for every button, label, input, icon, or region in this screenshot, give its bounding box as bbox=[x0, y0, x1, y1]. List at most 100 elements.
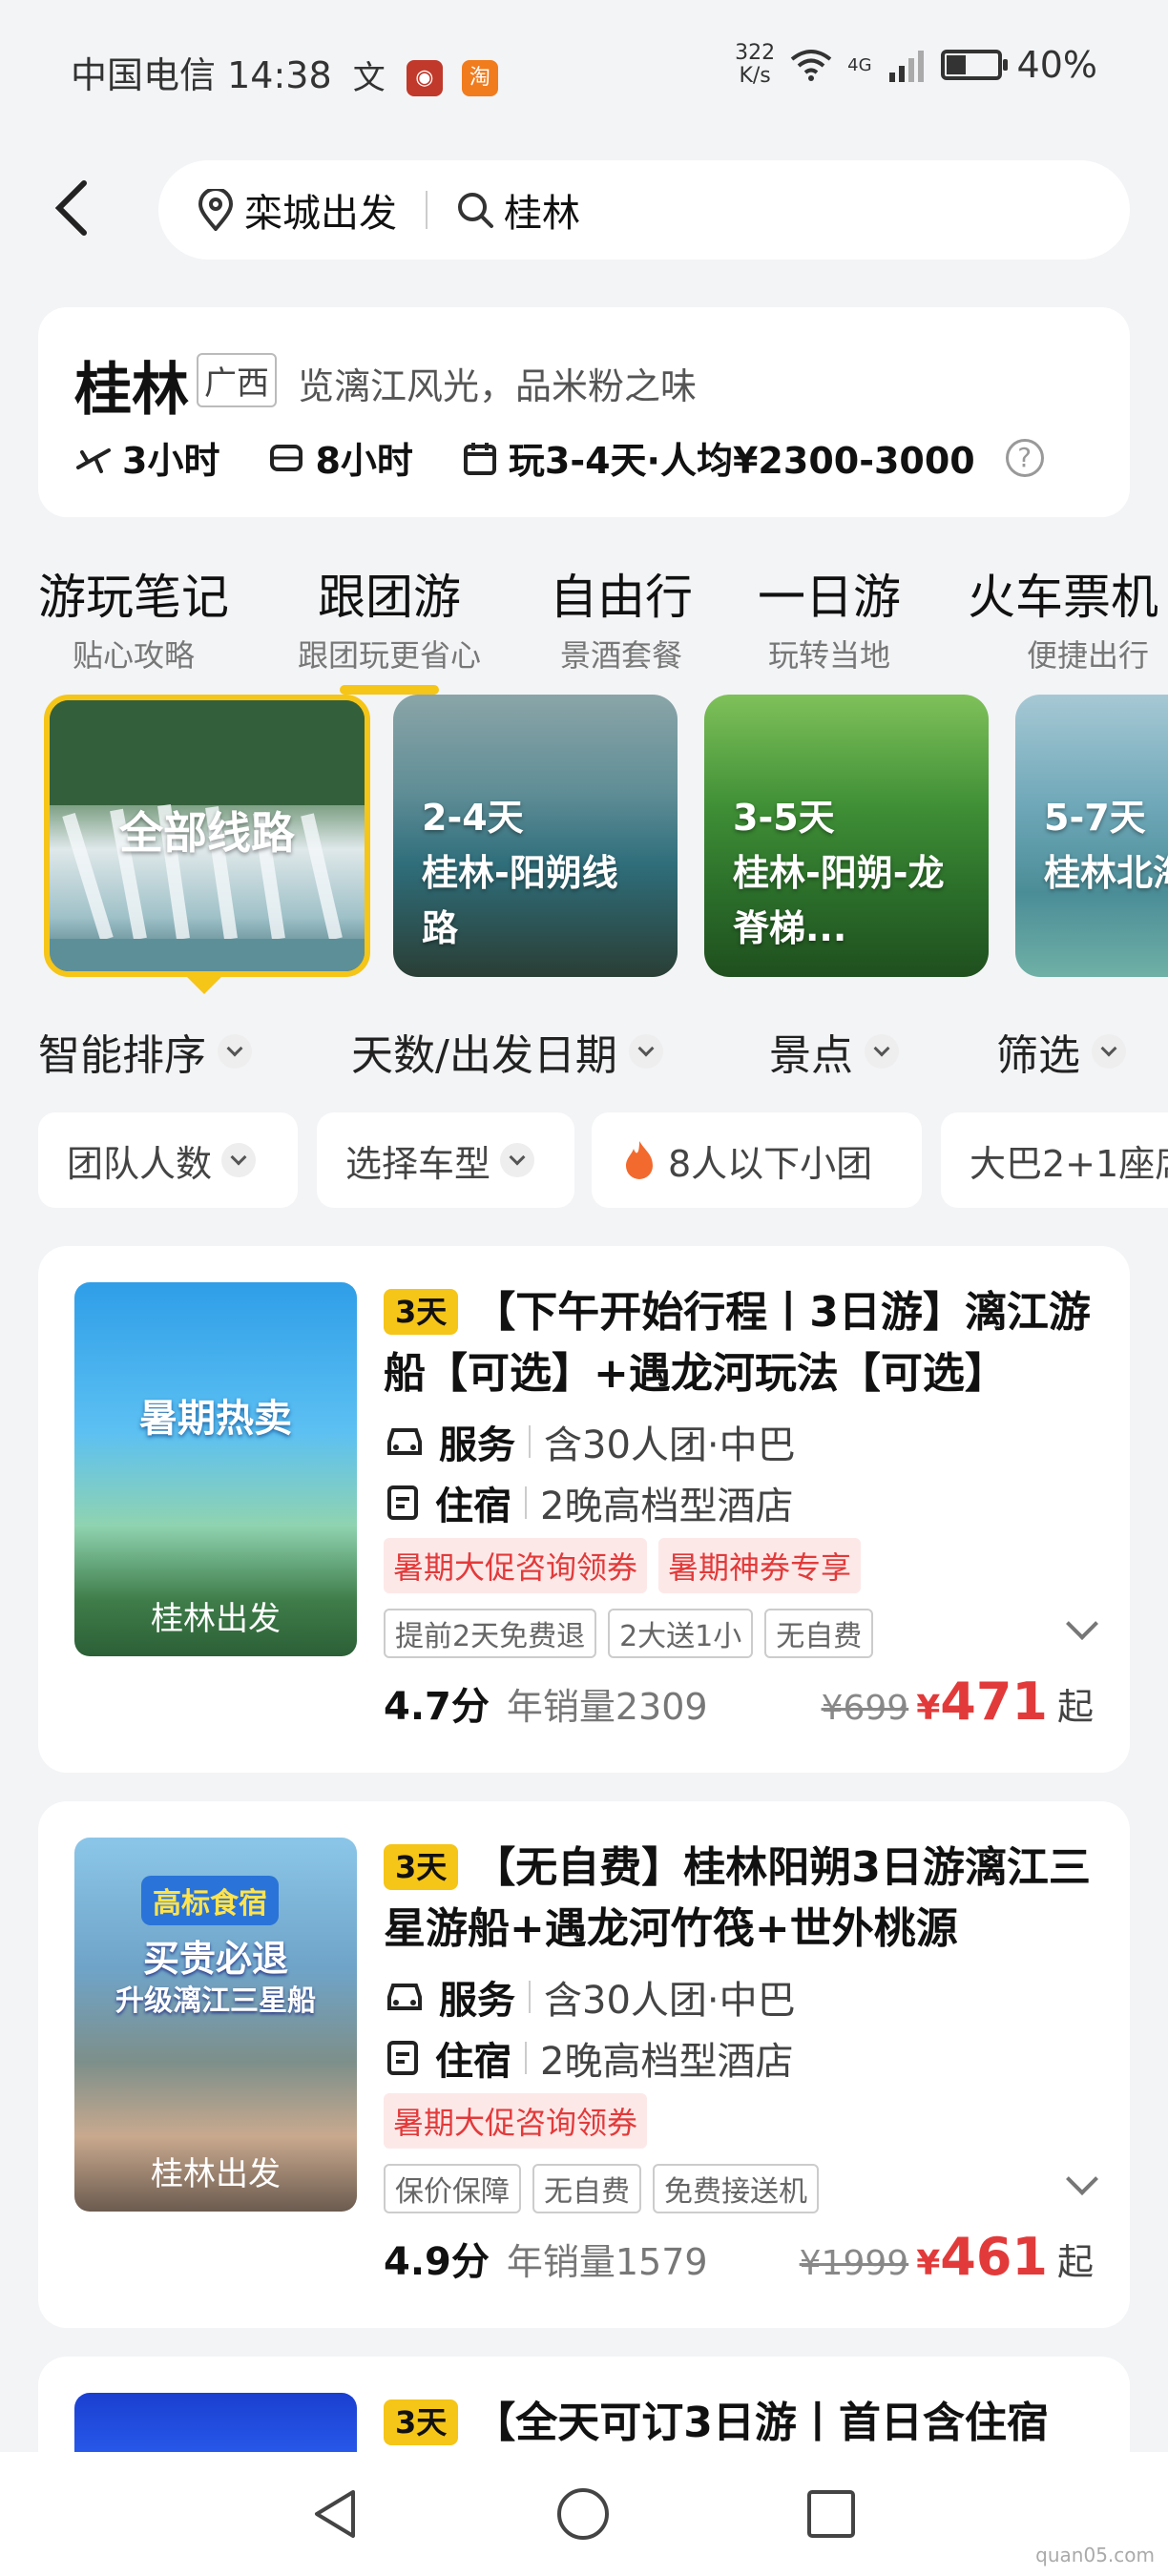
nav-recents-icon[interactable] bbox=[803, 2486, 859, 2542]
product-title: 3天 【下午开始行程丨3日游】漓江游船【可选】+遇龙河玩法【可选】 bbox=[384, 1288, 1091, 1398]
service-row: 服务 含30人团·中巴 bbox=[384, 1414, 796, 1469]
product-title: 3天 【全天可订3日游丨首日含住宿 bbox=[384, 2393, 1109, 2452]
price-row: 4.7分 年销量2309 ¥699 ¥471 起 bbox=[384, 1672, 1094, 1732]
location-pin-icon bbox=[198, 189, 234, 231]
product-image: 高标食宿 买贵必退 升级漓江三星船 桂林出发 bbox=[74, 1838, 357, 2212]
image-badge: 高标食宿 bbox=[141, 1876, 279, 1925]
stay-row: 住宿 2晚高档型酒店 bbox=[384, 2030, 793, 2086]
fire-icon bbox=[626, 1141, 653, 1179]
document-icon bbox=[387, 2041, 418, 2075]
original-price: ¥699 bbox=[821, 1689, 909, 1728]
tab-group-tour[interactable]: 跟团游 跟团玩更省心 bbox=[298, 559, 481, 695]
days-badge: 3天 bbox=[384, 1289, 459, 1335]
status-right: 322 K/s 4G 40% bbox=[735, 42, 1097, 88]
rating-score: 4.7分 bbox=[384, 1685, 490, 1729]
product-card[interactable]: 3天 【全天可订3日游丨首日含住宿 bbox=[38, 2357, 1130, 2452]
expand-chevron-icon[interactable] bbox=[1066, 2163, 1098, 2195]
promo-row: 暑期大促咨询领券 暑期神券专享 bbox=[384, 1538, 862, 1593]
trip-plan: 玩3-4天·人均¥2300-3000 bbox=[508, 440, 975, 482]
expand-chevron-icon[interactable] bbox=[1066, 1608, 1098, 1640]
train-time: 8小时 bbox=[315, 440, 413, 482]
calendar-icon bbox=[463, 442, 496, 475]
route-card-3-5[interactable]: 3-5天 桂林-阳朔-龙脊梯... bbox=[704, 695, 989, 977]
nav-back-icon[interactable] bbox=[307, 2486, 363, 2542]
destination-slogan: 览漓江风光，品米粉之味 bbox=[298, 365, 698, 407]
stay-row: 住宿 2晚高档型酒店 bbox=[384, 1475, 793, 1530]
flight-time: 3小时 bbox=[122, 440, 220, 482]
chip-team-size[interactable]: 团队人数 bbox=[38, 1112, 298, 1208]
plane-icon bbox=[76, 447, 111, 473]
sort-spots[interactable]: 景点 bbox=[769, 1021, 899, 1082]
promo-tag[interactable]: 暑期大促咨询领券 bbox=[384, 2093, 648, 2149]
active-tab-indicator bbox=[340, 685, 439, 695]
sort-days-date[interactable]: 天数/出发日期 bbox=[351, 1021, 663, 1082]
tab-day-tour[interactable]: 一日游 玩转当地 bbox=[758, 559, 901, 675]
chip-bus[interactable]: 大巴2+1座席 bbox=[941, 1112, 1168, 1208]
chevron-down-icon bbox=[218, 1034, 252, 1069]
help-icon[interactable]: ? bbox=[1005, 438, 1044, 477]
product-card[interactable]: 高标食宿 买贵必退 升级漓江三星船 桂林出发 3天 【无自费】桂林阳朔3日游漓江三… bbox=[38, 1801, 1130, 2328]
route-label-3-5: 3-5天 桂林-阳朔-龙脊梯... bbox=[733, 797, 945, 949]
tab-travel-notes[interactable]: 游玩笔记 贴心攻略 bbox=[38, 559, 229, 675]
route-cards: 全部线路 2-4天 桂林-阳朔线路 3-5天 桂林-阳朔-龙脊梯... 5-7天 桂林… bbox=[0, 695, 1168, 994]
net-speed: 322 K/s bbox=[735, 41, 776, 88]
carrier-name: 中国电信 bbox=[71, 54, 217, 96]
route-label-2-4: 2-4天 桂林-阳朔线路 bbox=[422, 797, 618, 949]
current-price: ¥461 bbox=[916, 2227, 1048, 2287]
route-card-2-4[interactable]: 2-4天 桂林-阳朔线路 bbox=[393, 695, 678, 977]
language-icon: 文 bbox=[352, 58, 386, 97]
wifi-icon bbox=[790, 50, 832, 81]
carrier-time: 中国电信 14:38 文 ◉ 淘 bbox=[71, 46, 498, 98]
image-title: 买贵必退 bbox=[142, 1938, 288, 1980]
status-bar: 中国电信 14:38 文 ◉ 淘 322 K/s 4G 40% bbox=[0, 0, 1168, 134]
chevron-down-icon bbox=[628, 1034, 663, 1069]
selected-pointer bbox=[187, 977, 221, 994]
sort-bar: 智能排序 天数/出发日期 景点 筛选 bbox=[0, 1021, 1168, 1088]
product-image: 暑期热卖 桂林出发 bbox=[74, 1282, 357, 1656]
origin-city[interactable]: 栾城出发 bbox=[244, 182, 397, 238]
price-suffix: 起 bbox=[1056, 1686, 1094, 1728]
feature-tag: 保价保障 bbox=[384, 2164, 521, 2213]
filter-chips: 团队人数 选择车型 8人以下小团 大巴2+1座席 bbox=[0, 1112, 1168, 1210]
route-card-5-7[interactable]: 5-7天桂林北海线 bbox=[1015, 695, 1168, 977]
car-icon bbox=[387, 1428, 422, 1455]
network-type: 4G bbox=[847, 54, 872, 75]
destination-name: 桂林 bbox=[74, 357, 189, 424]
sort-filter[interactable]: 筛选 bbox=[996, 1021, 1126, 1082]
chip-vehicle[interactable]: 选择车型 bbox=[317, 1112, 574, 1208]
province-tag: 广西 bbox=[197, 353, 277, 407]
promo-tag[interactable]: 暑期大促咨询领券 bbox=[384, 1538, 648, 1593]
chip-small-group[interactable]: 8人以下小团 bbox=[592, 1112, 922, 1208]
feature-tag: 无自费 bbox=[764, 1609, 874, 1658]
back-arrow-icon[interactable] bbox=[50, 177, 95, 239]
feature-tags: 保价保障 无自费 免费接送机 bbox=[384, 2164, 819, 2213]
tab-train-flight[interactable]: 火车票机 便捷出行 bbox=[968, 559, 1168, 675]
route-card-all[interactable]: 全部线路 bbox=[44, 695, 370, 977]
chevron-down-icon bbox=[1092, 1034, 1126, 1069]
current-price: ¥471 bbox=[916, 1672, 1048, 1732]
search-query[interactable]: 桂林 bbox=[504, 182, 580, 238]
product-image bbox=[74, 2393, 357, 2452]
feature-tag: 无自费 bbox=[532, 2164, 641, 2213]
product-card[interactable]: 暑期热卖 桂林出发 3天 【下午开始行程丨3日游】漓江游船【可选】+遇龙河玩法【可… bbox=[38, 1246, 1130, 1773]
app-notification-icon: ◉ bbox=[406, 59, 443, 96]
feature-tags: 提前2天免费退 2大送1小 无自费 bbox=[384, 1609, 874, 1658]
chevron-down-icon bbox=[865, 1034, 899, 1069]
system-nav-bar: quan05.com bbox=[0, 2452, 1168, 2576]
price-row: 4.9分 年销量1579 ¥1999 ¥461 起 bbox=[384, 2227, 1094, 2287]
search-icon bbox=[458, 193, 493, 228]
clock: 14:38 bbox=[227, 54, 332, 96]
tab-free-travel[interactable]: 自由行 景酒套餐 bbox=[550, 559, 693, 675]
nav-home-icon[interactable] bbox=[555, 2486, 611, 2542]
search-bar[interactable]: 栾城出发 桂林 bbox=[158, 160, 1130, 260]
car-icon bbox=[387, 1984, 422, 2010]
image-caption: 桂林出发 bbox=[151, 1600, 281, 1638]
destination-stats: 3小时 8小时 玩3-4天·人均¥2300-3000 ? bbox=[74, 431, 1044, 484]
watermark: quan05.com bbox=[1035, 2544, 1155, 2566]
promo-tag[interactable]: 暑期神券专享 bbox=[658, 1538, 862, 1593]
annual-sales: 年销量1579 bbox=[506, 2241, 708, 2283]
annual-sales: 年销量2309 bbox=[506, 1686, 708, 1728]
sort-smart[interactable]: 智能排序 bbox=[38, 1021, 252, 1082]
search-divider bbox=[426, 191, 428, 229]
route-label-all: 全部线路 bbox=[119, 807, 295, 859]
